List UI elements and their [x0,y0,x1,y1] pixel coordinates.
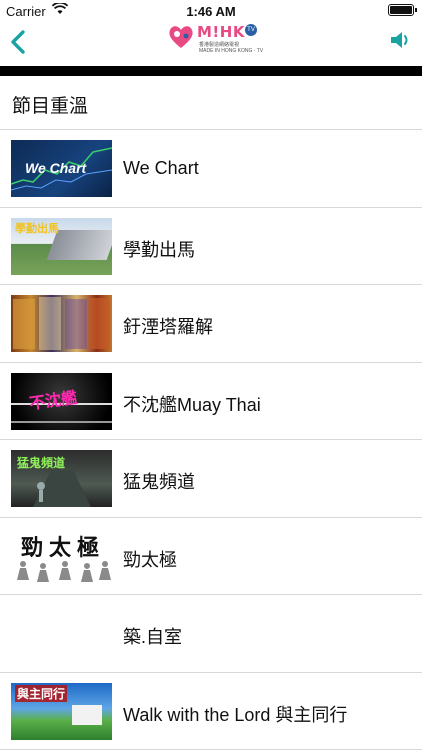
back-chevron-icon[interactable] [8,24,28,60]
program-label: 猛鬼頻道 [123,472,195,492]
header-divider-bar [0,66,422,76]
status-time: 1:46 AM [186,4,236,19]
tarot-thumbnail [11,295,112,352]
program-label: Walk with the Lord 與主同行 [123,704,348,725]
horse-thumb-text: 學勤出馬 [15,222,59,235]
program-label: 不沈艦Muay Thai [123,394,261,415]
logo-subtitle: 香港製造網絡電視 [199,42,240,48]
program-label: 學勤出馬 [123,239,195,260]
heart-logo-icon [169,26,193,48]
program-label: We Chart [123,158,199,178]
ghost-thumb-text: 猛鬼頻道 [17,456,66,470]
status-bar: Carrier 1:46 AM [0,0,422,22]
section-header: 節目重溫 [0,76,422,130]
mihk-tv-logo: M!HK TV 香港製造網絡電視 MADE IN HONG KONG · TV [167,20,263,58]
program-list: We Chart We Chart 學勤出馬 學勤出馬 釪湮塔羅解 不沈艦 不沈… [0,130,422,750]
section-title: 節目重溫 [12,96,89,117]
we-chart-thumbnail: We Chart [11,140,112,197]
list-item[interactable]: 學勤出馬 學勤出馬 [0,208,422,285]
church-graphic [72,704,102,725]
program-label: 釪湮塔羅解 [123,317,213,337]
list-item[interactable]: 猛鬼頻道 猛鬼頻道 [0,440,422,518]
taichi-figures-graphic [17,560,111,582]
speaker-icon[interactable] [388,28,412,52]
tai-chi-thumbnail: 勁太極 [11,527,112,585]
horse-racing-thumbnail: 學勤出馬 [11,217,112,275]
program-label: 勁太極 [123,549,177,570]
nav-bar: M!HK TV 香港製造網絡電視 MADE IN HONG KONG · TV [0,20,422,66]
logo-tv-badge: TV [245,24,257,36]
muay-thai-thumbnail: 不沈艦 [11,372,112,430]
program-label: 築.自室 [123,627,183,647]
logo-tagline: MADE IN HONG KONG · TV [199,48,264,54]
list-item[interactable]: 釪湮塔羅解 [0,285,422,363]
logo-wordmark: M!HK [197,23,245,41]
tarot-cards-graphic [13,297,110,350]
lord-thumb-text: 與主同行 [15,684,68,702]
list-item[interactable]: 與主同行 Walk with the Lord 與主同行 [0,673,422,750]
battery-icon [388,4,417,16]
we-chart-thumb-text: We Chart [25,160,87,176]
list-item[interactable]: 勁太極 勁太極 [0,518,422,595]
list-item[interactable]: 築.自室 [0,595,422,673]
walk-with-lord-thumbnail: 與主同行 [11,682,112,740]
ghost-channel-thumbnail: 猛鬼頻道 [11,450,112,507]
list-item[interactable]: We Chart We Chart [0,130,422,208]
list-item[interactable]: 不沈艦 不沈艦Muay Thai [0,363,422,440]
